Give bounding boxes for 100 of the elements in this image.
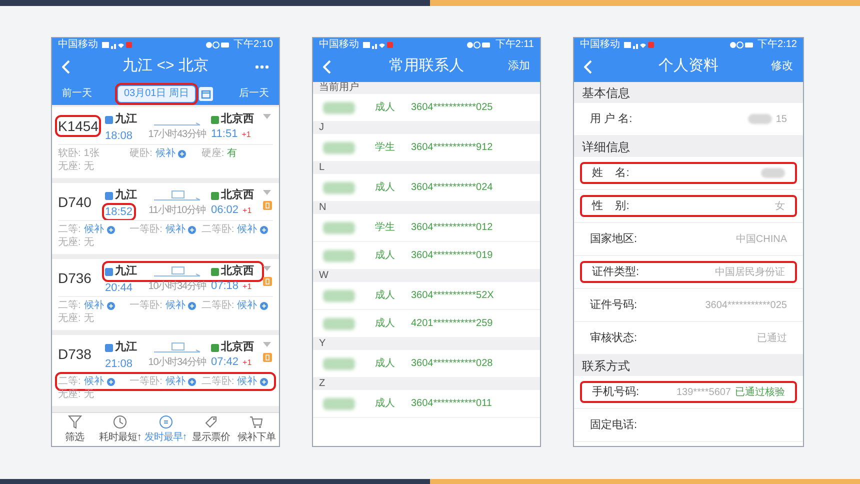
- section-header: N: [319, 202, 326, 214]
- waitlist-text: 候补: [165, 374, 186, 389]
- header-action-button[interactable]: 修改: [771, 58, 793, 75]
- seat-status: 无: [84, 160, 94, 174]
- section-header: Y: [319, 338, 326, 350]
- section-header: 基本信息: [582, 84, 630, 102]
- seat-label: 一等卧:: [130, 299, 162, 313]
- field-label: 审核状态:: [590, 330, 638, 346]
- id-number: 3604***********019: [411, 249, 493, 263]
- station-name: 九江: [115, 112, 137, 128]
- train-card[interactable]: D738 九江 北京西 21:08 10小时34分钟 07:42 +1 二等: 候补 一等卧: 候补 二等卧: 候补 无座: 无: [52, 335, 279, 406]
- waitlist-text: 候补: [84, 222, 104, 237]
- toolbar-button[interactable]: 候补下单: [234, 414, 279, 444]
- cart-icon: [249, 414, 264, 428]
- back-icon[interactable]: [62, 60, 70, 74]
- blurred-name: [323, 398, 355, 410]
- section-header: 详细信息: [582, 138, 630, 156]
- station-icon: [105, 268, 113, 276]
- plus-circle-icon: [178, 150, 186, 158]
- passenger-type: 学生: [375, 140, 396, 155]
- section-header: J: [319, 122, 324, 134]
- date-selector[interactable]: 03月01日 周日: [118, 86, 196, 102]
- calendar-icon[interactable]: [199, 86, 214, 100]
- signal-icons: [363, 40, 393, 48]
- next-day-mark: +1: [242, 204, 252, 216]
- toolbar-button[interactable]: 耗时最短↑: [97, 414, 143, 444]
- toolbar-button[interactable]: 发时最早↑: [142, 414, 188, 444]
- waitlist-text: 候补: [237, 374, 258, 389]
- blurred-name: [323, 142, 355, 154]
- seat-label: 无座:: [58, 312, 81, 326]
- field-label: 手机号码:: [592, 384, 640, 400]
- next-day-button[interactable]: 后一天: [239, 86, 269, 101]
- square-icon: [262, 277, 272, 286]
- station-name: 九江: [115, 188, 137, 204]
- station-icon: [211, 192, 219, 200]
- toolbar-button[interactable]: 显示票价: [188, 414, 234, 444]
- battery-icon: [206, 40, 230, 48]
- blurred-name: [323, 318, 355, 330]
- header-action-button[interactable]: 添加: [508, 58, 530, 75]
- id-number: 4201***********259: [411, 317, 493, 331]
- plus-circle-icon: [106, 378, 115, 386]
- station-icon: [211, 116, 219, 124]
- screen-title: 九江 <> 北京: [122, 56, 208, 76]
- blurred-name: [323, 222, 355, 234]
- train-number: D736: [58, 270, 92, 286]
- blurred-name: [323, 182, 355, 194]
- arrival-time: 06:02: [211, 203, 239, 218]
- plus-circle-icon: [188, 378, 196, 386]
- departure-time: 18:52: [105, 206, 133, 218]
- train-card[interactable]: K1454 九江 北京西 18:08 17小时43分钟 11:51 +1 软卧: 1张 硬卧: 候补 硬座: 有 无座: 无: [52, 107, 279, 178]
- plus-circle-icon: [260, 378, 268, 386]
- back-icon[interactable]: [323, 60, 331, 74]
- passenger-type: 学生: [375, 220, 396, 235]
- field-label: 证件类型:: [592, 264, 640, 280]
- previous-day-button[interactable]: 前一天: [62, 86, 92, 101]
- seat-label: 无座:: [58, 388, 81, 402]
- contact-row[interactable]: 学生 3604***********012: [313, 214, 540, 242]
- train-card[interactable]: D740 九江 北京西 18:52 11小时10分钟 06:02 +1 二等: 候补 一等卧: 候补 二等卧: 候补 无座: 无: [52, 183, 279, 254]
- contact-row[interactable]: 成人 3604***********52X: [313, 282, 540, 310]
- field-value: 女: [775, 200, 785, 214]
- plus-circle-icon: [188, 302, 196, 310]
- seat-label: 二等:: [58, 223, 81, 236]
- station-name: 北京西: [221, 112, 254, 128]
- toolbar-button[interactable]: 筛选: [52, 414, 98, 444]
- signal-icons: [624, 40, 654, 48]
- departure-time: 20:44: [105, 282, 133, 294]
- seat-label: 无座:: [58, 236, 81, 250]
- field-value: 中国居民身份证: [715, 266, 785, 280]
- blurred-name: [323, 358, 355, 370]
- field-label: 证件号码:: [590, 298, 638, 313]
- verified-status: 已通过核验: [735, 386, 785, 400]
- id-number: 3604***********012: [411, 221, 493, 235]
- train-number: K1454: [58, 118, 98, 134]
- seat-label: 二等:: [58, 299, 81, 312]
- duration-text: 17小时43分钟: [148, 128, 206, 140]
- field-value: 中国CHINA: [736, 232, 787, 246]
- seat-status: 1张: [84, 146, 100, 161]
- id-number: 3604***********912: [411, 141, 493, 155]
- arrow-icon: [152, 122, 202, 126]
- waitlist-text: 候补: [84, 374, 104, 389]
- carrier-name: 中国移动: [319, 38, 359, 50]
- screen-title: 常用联系人: [389, 56, 464, 76]
- seat-label: 无座:: [58, 160, 81, 174]
- field-label: 性 别:: [592, 198, 630, 214]
- seat-label: 一等卧:: [130, 375, 162, 389]
- id-number: 3604***********52X: [411, 289, 494, 303]
- passenger-type: 成人: [375, 356, 396, 371]
- station-icon: [211, 268, 219, 276]
- seat-status: 有: [227, 147, 238, 161]
- battery-icon: [467, 40, 492, 48]
- train-card[interactable]: D736 九江 北京西 20:44 10小时34分钟 07:18 +1 二等: 候补 一等卧: 候补 二等卧: 候补 无座: 无: [52, 259, 279, 330]
- waitlist-text: 候补: [155, 146, 176, 161]
- duration-text: 10小时34分钟: [148, 356, 206, 368]
- back-icon[interactable]: [584, 60, 592, 74]
- seat-label: 硬座:: [201, 146, 224, 161]
- battery-icon: [730, 40, 754, 48]
- field-label: 姓 名:: [592, 166, 630, 181]
- contact-row[interactable]: 成人 3604***********011: [313, 390, 540, 418]
- square-icon: [262, 201, 272, 210]
- more-icon[interactable]: [255, 64, 269, 68]
